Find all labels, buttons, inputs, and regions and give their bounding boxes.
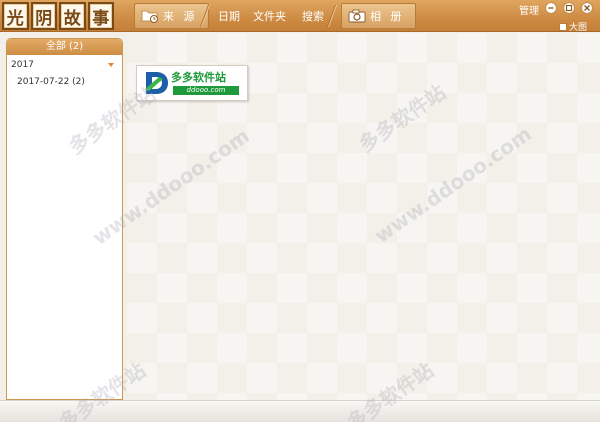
nav-tabs: 来 源 日期 文件夹 搜索 相 册: [134, 3, 424, 29]
minimize-button[interactable]: [545, 2, 557, 14]
tab-label: 搜索: [302, 10, 324, 23]
close-button[interactable]: [581, 2, 593, 14]
logo-char: 故: [59, 2, 86, 30]
close-icon: [584, 5, 590, 11]
tab-date[interactable]: 日期: [218, 3, 240, 29]
status-bar: [0, 400, 600, 422]
date-sidebar: 全部 (2) 2017 2017-07-22 (2): [6, 38, 123, 400]
title-bar: 光 阴 故 事 来 源 日期 文件夹 搜索 相 册 管理 大图: [0, 0, 600, 33]
tab-folder[interactable]: 文件夹: [253, 3, 286, 29]
minimize-icon: [548, 7, 554, 9]
logo-char: 光: [2, 2, 29, 30]
app-logo: 光 阴 故 事: [2, 2, 114, 30]
folder-icon: [141, 8, 159, 24]
tab-album[interactable]: 相 册: [341, 3, 416, 29]
date-list-item[interactable]: 2017-07-22 (2): [7, 75, 122, 89]
logo-char: 事: [87, 2, 114, 30]
year-label: 2017: [11, 60, 34, 70]
big-image-checkbox[interactable]: [559, 22, 567, 31]
tab-label: 日期: [218, 10, 240, 23]
sidebar-title[interactable]: 全部 (2): [7, 39, 122, 55]
camera-icon: [348, 8, 366, 24]
photo-thumbnail[interactable]: 多多软件站 ddooo.com: [136, 65, 248, 101]
tab-label: 来 源: [163, 10, 198, 23]
maximize-button[interactable]: [563, 2, 575, 14]
big-image-label: 大图: [569, 23, 588, 33]
tab-label: 文件夹: [253, 10, 286, 23]
thumbnail-url: ddooo.com: [173, 86, 239, 95]
year-group[interactable]: 2017: [7, 58, 122, 72]
tab-divider: [202, 5, 212, 27]
maximize-icon: [565, 4, 573, 12]
thumbnail-title: 多多软件站: [171, 71, 226, 84]
chevron-down-icon[interactable]: [108, 63, 114, 67]
logo-char: 阴: [30, 2, 57, 30]
manage-button[interactable]: 管理: [519, 2, 539, 17]
photo-grid-area: 多多软件站 ddooo.com: [127, 33, 600, 400]
site-logo-icon: [145, 72, 168, 94]
big-image-toggle[interactable]: 大图: [559, 20, 587, 33]
tab-source[interactable]: 来 源: [134, 3, 209, 29]
tab-label: 相 册: [370, 10, 405, 23]
tab-search[interactable]: 搜索: [302, 3, 324, 29]
tab-divider: [329, 5, 339, 27]
